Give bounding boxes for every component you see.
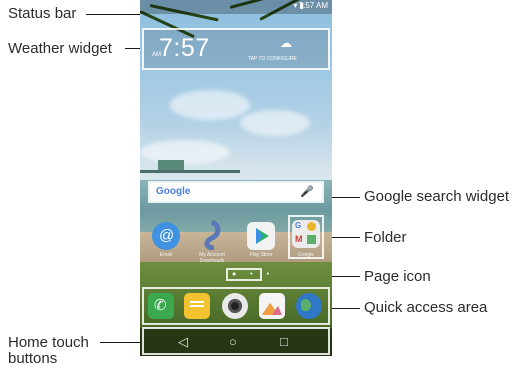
pier (140, 170, 240, 173)
status-bar: ▾ ▮ 7:57 AM (140, 0, 332, 14)
search-widget-highlight (148, 181, 324, 203)
wallpaper-cloud (240, 110, 310, 136)
weather-widget-label: Weather widget (8, 40, 112, 57)
page-icon-label: Page icon (364, 268, 431, 285)
status-time: 7:57 AM (298, 1, 328, 10)
page-icon-highlight (226, 268, 262, 281)
status-bar-label: Status bar (8, 5, 77, 22)
pier-hut (158, 160, 184, 170)
at-icon: @ (159, 227, 175, 244)
home-buttons-highlight (142, 327, 330, 355)
app-label-play-store: Play Store (249, 252, 273, 258)
my-account-app-icon[interactable] (198, 219, 226, 251)
app-label-email: Email (159, 252, 173, 258)
play-icon (256, 228, 269, 244)
folder-highlight (288, 215, 324, 259)
quick-access-area-label: Quick access area (364, 299, 488, 316)
quick-access-leader (328, 308, 360, 309)
quick-access-highlight (142, 287, 330, 325)
wallpaper-cloud (170, 90, 250, 120)
app-label-my-account: My Account Downloads (199, 252, 225, 264)
home-touch-buttons-label-line2: buttons (8, 350, 58, 367)
google-search-widget-label: Google search widget (364, 188, 510, 205)
folder-label: Folder (364, 229, 407, 246)
status-bar-leader (86, 14, 146, 15)
email-app-icon[interactable]: @ (152, 222, 180, 250)
play-store-app-icon[interactable] (247, 222, 275, 250)
home-touch-leader (100, 342, 142, 343)
phone-screen: ▾ ▮ 7:57 AM AM 7:57 ☁ TAP TO CONFIGURE G… (140, 0, 332, 356)
swirl-icon (204, 219, 221, 251)
wallpaper-cloud (140, 140, 230, 164)
weather-widget-highlight (142, 28, 330, 70)
